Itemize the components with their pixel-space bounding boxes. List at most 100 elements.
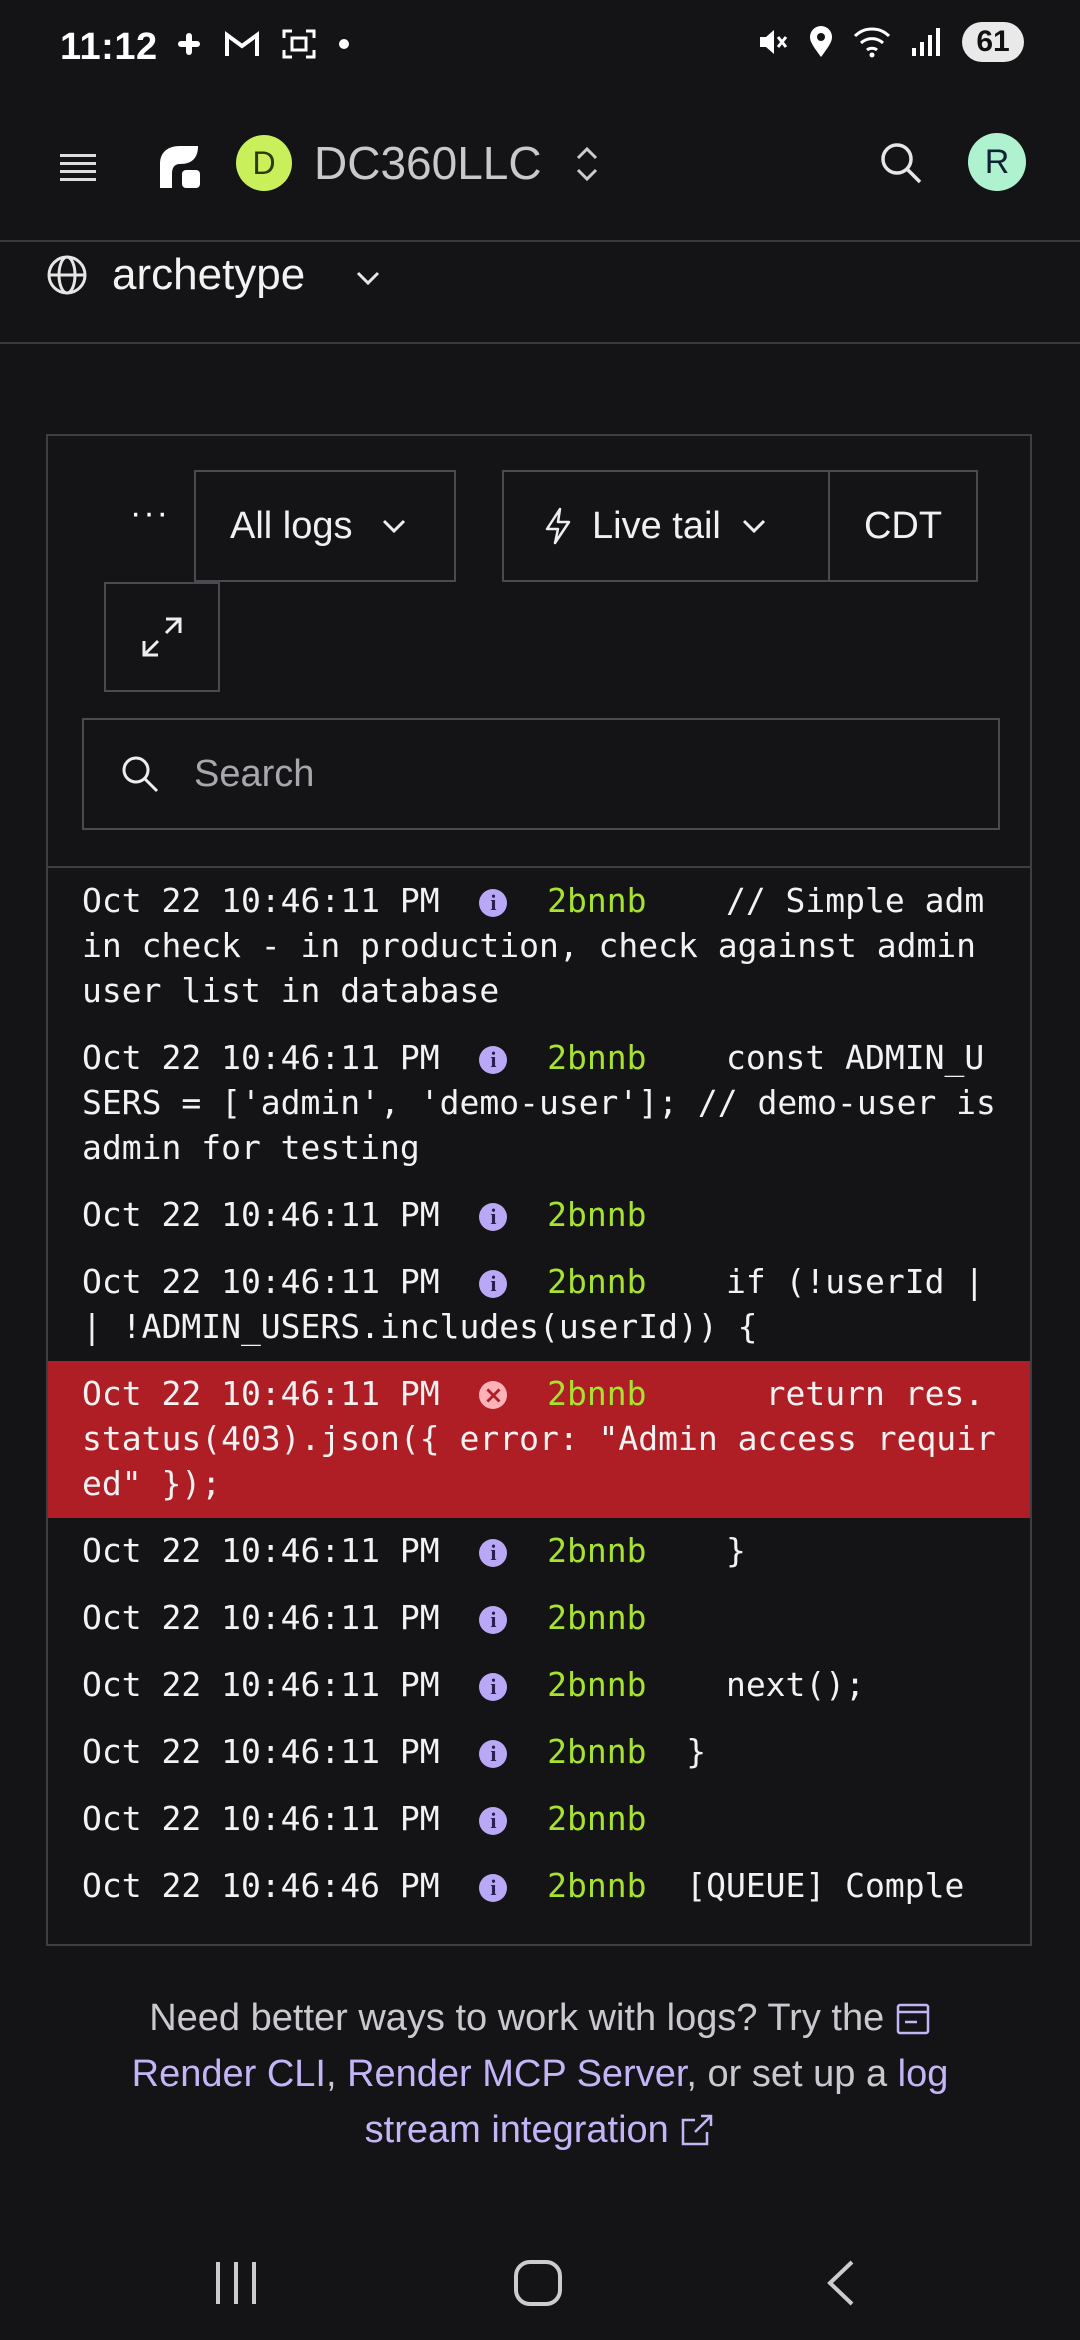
live-tail-label: Live tail <box>592 504 721 547</box>
home-icon[interactable] <box>512 2258 564 2308</box>
status-bar: 11:12 61 <box>0 0 1080 100</box>
live-tail-dropdown[interactable]: Live tail <box>502 470 830 582</box>
log-instance: 2bnnb <box>547 1799 647 1838</box>
footer-text: , or set up a <box>686 2053 898 2095</box>
logs-footer-note: Need better ways to work with logs? Try … <box>90 1990 990 2158</box>
log-time: Oct 22 10:46:11 PM <box>82 1665 440 1704</box>
info-icon: i <box>479 1203 508 1231</box>
app-header: D DC360LLC R <box>0 100 1080 242</box>
notification-icons <box>176 28 350 60</box>
log-time: Oct 22 10:46:11 PM <box>82 881 440 920</box>
dot-icon <box>339 39 349 49</box>
logs-filter-dropdown[interactable]: All logs <box>194 470 456 582</box>
signal-icon <box>912 28 940 56</box>
android-nav-bar <box>0 2220 1080 2340</box>
log-instance: 2bnnb <box>547 1531 647 1570</box>
log-message: next(); <box>666 1665 866 1704</box>
info-icon: i <box>479 1740 508 1768</box>
info-icon: i <box>479 1539 508 1567</box>
log-instance: 2bnnb <box>547 1866 647 1905</box>
system-icons: 61 <box>756 22 1024 62</box>
terminal-icon <box>896 2003 930 2035</box>
log-row[interactable]: Oct 22 10:46:46 PM i 2bnnb [QUEUE] Compl… <box>48 1853 1030 1920</box>
info-icon: i <box>479 1046 508 1074</box>
log-time: Oct 22 10:46:11 PM <box>82 1531 440 1570</box>
chevron-down-icon <box>382 519 405 534</box>
footer-text: Need better ways to work with logs? Try … <box>149 1997 895 2039</box>
render-logo-icon[interactable] <box>152 138 208 194</box>
log-instance: 2bnnb <box>547 1732 647 1771</box>
back-icon[interactable] <box>822 2258 862 2308</box>
chevron-updown-icon[interactable] <box>572 142 602 186</box>
log-instance: 2bnnb <box>547 1195 647 1234</box>
mute-icon <box>760 30 788 54</box>
status-time: 11:12 <box>60 26 158 68</box>
info-icon: i <box>479 1270 508 1298</box>
timezone-label: CDT <box>863 504 943 547</box>
slack-icon <box>178 33 200 55</box>
menu-icon[interactable] <box>58 148 98 188</box>
log-time: Oct 22 10:46:46 PM <box>82 1866 440 1905</box>
workspace-name[interactable]: DC360LLC <box>314 136 542 190</box>
info-icon: i <box>479 889 508 917</box>
log-instance: 2bnnb <box>547 1262 647 1301</box>
log-time: Oct 22 10:46:11 PM <box>82 1195 440 1234</box>
chevron-down-icon[interactable] <box>352 262 384 294</box>
log-list: Oct 22 10:46:11 PM i 2bnnb // Simple adm… <box>48 868 1030 1920</box>
error-icon: × <box>479 1381 508 1409</box>
footer-text: , <box>325 2053 348 2095</box>
log-instance: 2bnnb <box>547 1374 647 1413</box>
external-link-icon[interactable] <box>679 2112 715 2148</box>
lightning-icon <box>545 507 571 545</box>
more-options-button[interactable]: ··· <box>120 494 180 534</box>
log-row[interactable]: Oct 22 10:46:11 PM i 2bnnb } <box>48 1719 1030 1786</box>
log-row[interactable]: Oct 22 10:46:11 PM i 2bnnb // Simple adm… <box>48 868 1030 1025</box>
log-time: Oct 22 10:46:11 PM <box>82 1598 440 1637</box>
log-row[interactable]: Oct 22 10:46:11 PM i 2bnnb const ADMIN_U… <box>48 1025 1030 1182</box>
timezone-button[interactable]: CDT <box>828 470 978 582</box>
globe-icon <box>47 255 87 295</box>
log-row[interactable]: Oct 22 10:46:11 PM i 2bnnb <box>48 1585 1030 1652</box>
workspace-avatar[interactable]: D <box>236 135 292 191</box>
info-icon: i <box>479 1673 508 1701</box>
log-message: [QUEUE] Comple <box>666 1866 965 1905</box>
project-name[interactable]: archetype <box>112 250 305 300</box>
recent-apps-icon[interactable] <box>212 2260 262 2306</box>
search-placeholder: Search <box>194 752 315 795</box>
chevron-down-icon <box>742 519 765 534</box>
log-time: Oct 22 10:46:11 PM <box>82 1799 440 1838</box>
log-row-error[interactable]: Oct 22 10:46:11 PM × 2bnnb return res.st… <box>48 1361 1030 1518</box>
user-avatar[interactable]: R <box>968 133 1026 191</box>
log-instance: 2bnnb <box>547 1598 647 1637</box>
log-instance: 2bnnb <box>547 1665 647 1704</box>
info-icon: i <box>479 1807 508 1835</box>
project-selector[interactable]: archetype <box>0 242 1080 344</box>
expand-button[interactable] <box>104 582 220 692</box>
search-icon[interactable] <box>878 140 924 186</box>
log-row[interactable]: Oct 22 10:46:11 PM i 2bnnb next(); <box>48 1652 1030 1719</box>
gmail-icon <box>225 31 259 56</box>
info-icon: i <box>479 1874 508 1902</box>
battery-indicator: 61 <box>962 22 1024 62</box>
log-instance: 2bnnb <box>547 881 647 920</box>
log-time: Oct 22 10:46:11 PM <box>82 1262 440 1301</box>
location-icon <box>810 26 832 57</box>
logs-panel: ··· All logs Live tail CDT Search Oct 22… <box>46 434 1032 1946</box>
log-row[interactable]: Oct 22 10:46:11 PM i 2bnnb <box>48 1182 1030 1249</box>
search-icon <box>122 756 159 793</box>
log-row[interactable]: Oct 22 10:46:11 PM i 2bnnb if (!userId |… <box>48 1249 1030 1361</box>
expand-icon <box>142 617 182 657</box>
log-row[interactable]: Oct 22 10:46:11 PM i 2bnnb <box>48 1786 1030 1853</box>
log-message: } <box>666 1531 746 1570</box>
log-search-field[interactable]: Search <box>82 718 1000 830</box>
screenshot-icon <box>282 29 316 59</box>
log-time: Oct 22 10:46:11 PM <box>82 1038 440 1077</box>
logs-filter-label: All logs <box>230 504 353 547</box>
log-row[interactable]: Oct 22 10:46:11 PM i 2bnnb } <box>48 1518 1030 1585</box>
log-time: Oct 22 10:46:11 PM <box>82 1374 440 1413</box>
log-time: Oct 22 10:46:11 PM <box>82 1732 440 1771</box>
wifi-icon <box>853 27 891 58</box>
info-icon: i <box>479 1606 508 1634</box>
render-cli-link[interactable]: Render CLI <box>132 2053 326 2095</box>
render-mcp-link[interactable]: Render MCP Server <box>347 2053 686 2095</box>
